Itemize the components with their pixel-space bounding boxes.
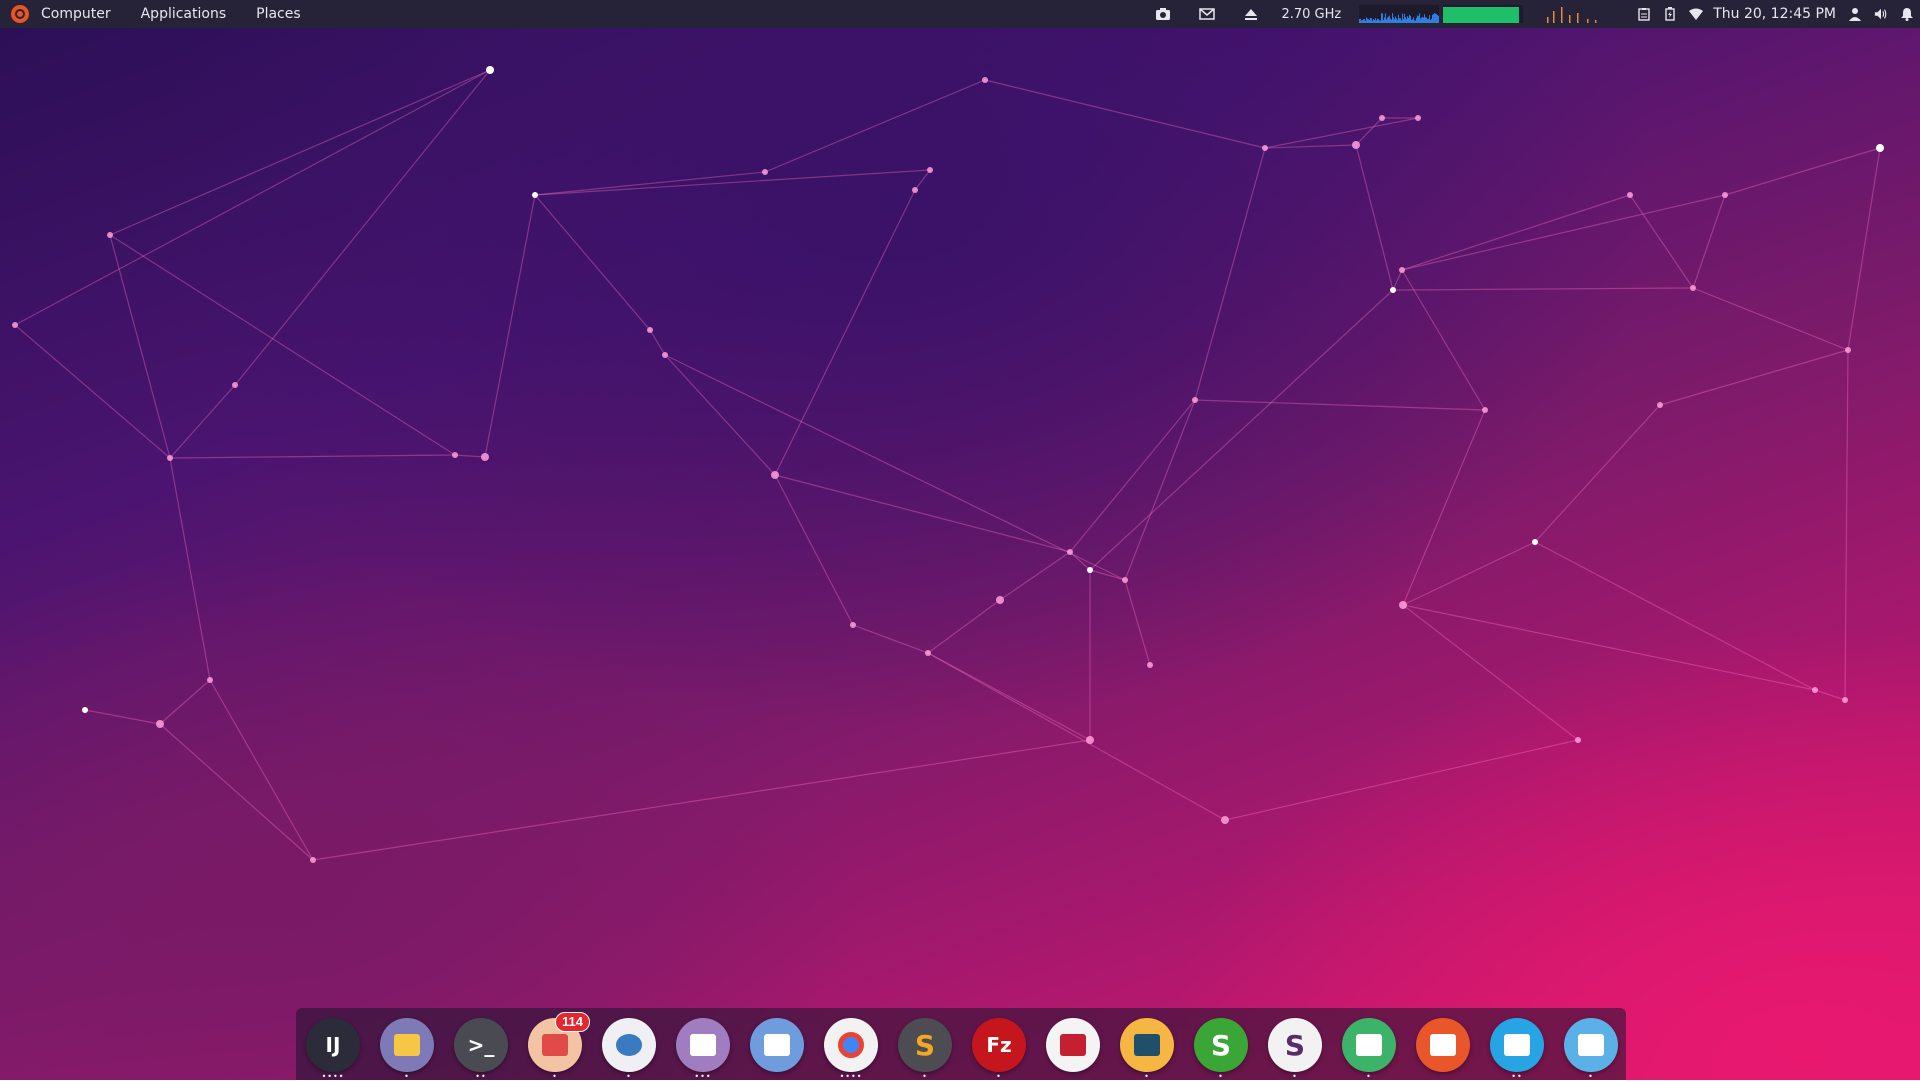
cpu-frequency[interactable]: 2.70 GHz (1281, 7, 1341, 22)
dock-icon-label: S (1210, 1028, 1232, 1062)
running-indicator: • (922, 1072, 928, 1081)
mail-icon-glyph (542, 1034, 568, 1056)
dock-item-slack[interactable]: S • (1268, 1018, 1322, 1081)
window-icon (750, 1018, 804, 1072)
camera-icon[interactable] (1155, 6, 1171, 22)
running-indicator: • (552, 1072, 558, 1081)
document-icon (676, 1018, 730, 1072)
battery-icon[interactable] (1663, 7, 1677, 21)
settings-icon-glyph (1578, 1034, 1604, 1056)
intellij-icon: IJ (306, 1018, 360, 1072)
pen-icon (1416, 1018, 1470, 1072)
spreadsheet-icon (1342, 1018, 1396, 1072)
s-letter-icon: S (1194, 1018, 1248, 1072)
dock-item-postman-like[interactable] (1416, 1018, 1470, 1072)
document-icon-glyph (690, 1034, 716, 1056)
wifi-icon[interactable] (1689, 7, 1704, 21)
running-indicator: • (626, 1072, 632, 1081)
bell-icon[interactable] (1900, 7, 1914, 21)
dolphin-icon-glyph (1134, 1034, 1160, 1056)
running-indicator: ••• (694, 1072, 712, 1081)
mail-icon[interactable] (1199, 6, 1216, 22)
dock-item-chrome[interactable]: •••• (824, 1018, 878, 1081)
memory-usage-bar (1443, 7, 1520, 23)
filezilla-icon: Fz (972, 1018, 1026, 1072)
system-tray: 2.70 GHz Thu 20, 12:45 PM (1141, 0, 1920, 28)
camera-shutter-icon (602, 1018, 656, 1072)
user-icon[interactable] (1848, 7, 1862, 21)
terminal-icon: >_ (454, 1018, 508, 1072)
dock-icon-label: S (914, 1028, 936, 1062)
slack-icon: S (1268, 1018, 1322, 1072)
dock-item-mail-client[interactable]: • 114 (528, 1012, 590, 1081)
dock-item-spreadsheet[interactable]: • (1342, 1018, 1396, 1081)
folder-icon (380, 1018, 434, 1072)
dock-item-remmina[interactable] (1046, 1018, 1100, 1072)
dock-icon-label: IJ (325, 1033, 341, 1057)
camera-shutter-icon-glyph (616, 1034, 642, 1056)
running-indicator: •• (1511, 1072, 1523, 1081)
monitor-graph-icon (1490, 1018, 1544, 1072)
running-indicator: • (996, 1072, 1002, 1081)
dock-item-terminal[interactable]: >_ •• (454, 1018, 508, 1081)
running-indicator: • (1588, 1072, 1594, 1081)
dock-item-shutter[interactable]: • (602, 1018, 656, 1081)
dock: IJ •••• • >_ •• • 114 • ••• •••• S • Fz • • S • S • • •• • (296, 1008, 1626, 1081)
folder-icon-glyph (394, 1034, 420, 1056)
dock-item-mysql-workbench[interactable]: • (1120, 1018, 1174, 1081)
memory-graph[interactable] (1443, 5, 1524, 23)
running-indicator: •••• (839, 1072, 863, 1081)
dock-item-text-editor[interactable]: ••• (676, 1018, 730, 1081)
monitor-graph-icon-glyph (1504, 1034, 1530, 1056)
dock-item-sublime-text[interactable]: S • (898, 1018, 952, 1081)
running-indicator: • (1218, 1072, 1224, 1081)
menu-computer[interactable]: Computer (41, 6, 111, 22)
settings-icon (1564, 1018, 1618, 1072)
dock-icon-label: Fz (986, 1033, 1012, 1057)
clock[interactable]: Thu 20, 12:45 PM (1713, 6, 1836, 22)
chrome-icon (824, 1018, 878, 1072)
remote-desktop-icon-glyph (1060, 1034, 1086, 1056)
spreadsheet-icon-glyph (1356, 1034, 1382, 1056)
dock-item-system-monitor[interactable]: •• (1490, 1018, 1544, 1081)
eject-icon[interactable] (1243, 6, 1259, 22)
distro-logo-icon[interactable] (11, 5, 29, 23)
network-graph[interactable] (1539, 5, 1603, 23)
clipboard-icon[interactable] (1637, 7, 1651, 21)
dolphin-icon (1120, 1018, 1174, 1072)
top-panel: Computer Applications Places 2.70 GHz Th… (0, 0, 1920, 28)
window-icon-glyph (764, 1034, 790, 1056)
running-indicator: •••• (321, 1072, 345, 1081)
dock-item-files[interactable]: • (380, 1018, 434, 1081)
dock-item-filezilla[interactable]: Fz • (972, 1018, 1026, 1081)
sublime-icon: S (898, 1018, 952, 1072)
menu-applications[interactable]: Applications (141, 6, 227, 22)
wallpaper-network-mesh (12, 66, 1884, 863)
running-indicator: • (1292, 1072, 1298, 1081)
cpu-load-graph[interactable] (1359, 5, 1440, 23)
desktop-background (0, 0, 1920, 1080)
pen-icon-glyph (1430, 1034, 1456, 1056)
dock-item-remote-viewer[interactable] (750, 1018, 804, 1072)
volume-icon[interactable] (1874, 7, 1888, 21)
running-indicator: •• (475, 1072, 487, 1081)
menu-places[interactable]: Places (256, 6, 301, 22)
dock-icon-label: >_ (467, 1033, 495, 1057)
remote-desktop-icon (1046, 1018, 1100, 1072)
dock-icon-label: S (1284, 1028, 1306, 1062)
unread-count-badge: 114 (555, 1012, 590, 1032)
dock-item-settings[interactable]: • (1564, 1018, 1618, 1081)
running-indicator: • (1144, 1072, 1150, 1081)
running-indicator: • (1366, 1072, 1372, 1081)
dock-item-simplenote[interactable]: S • (1194, 1018, 1248, 1081)
chrome-icon-glyph (838, 1032, 864, 1058)
running-indicator: • (404, 1072, 410, 1081)
dock-item-intellij-idea[interactable]: IJ •••• (306, 1018, 360, 1081)
